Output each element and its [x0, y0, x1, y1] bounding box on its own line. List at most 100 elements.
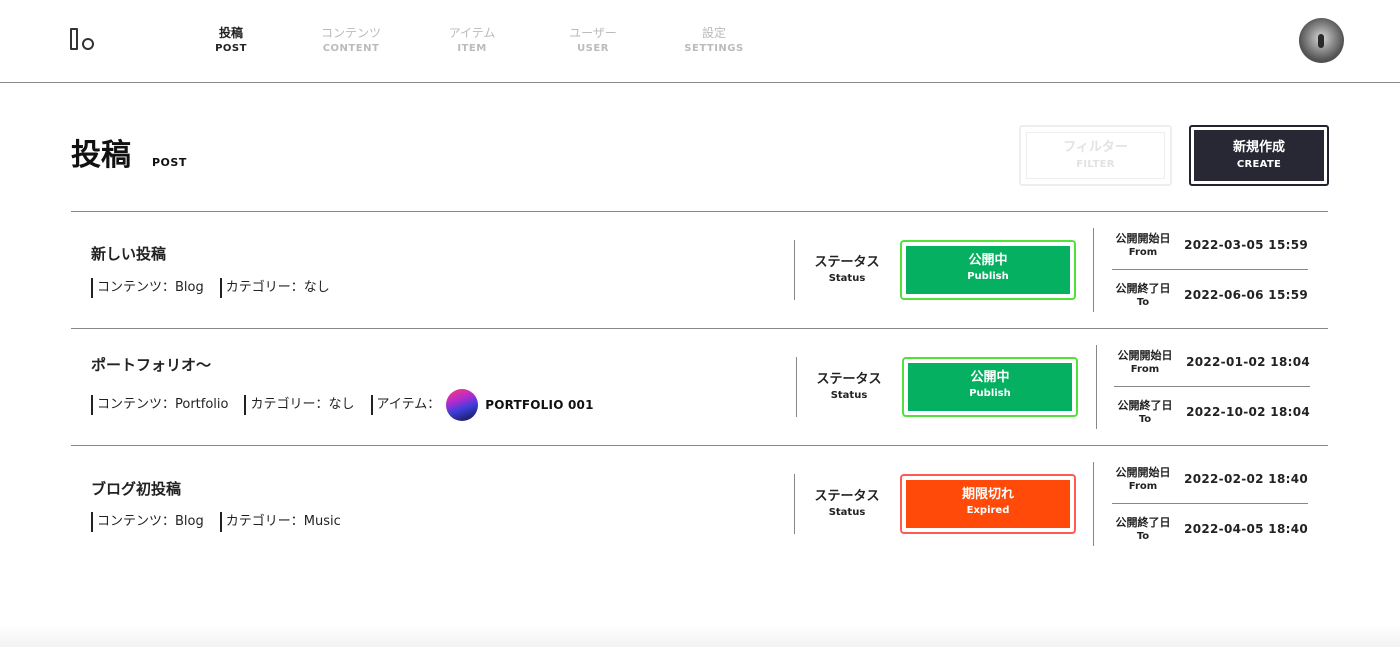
filter-button[interactable]: フィルター FILTER	[1019, 125, 1172, 186]
nav-item-user-en: USER	[577, 43, 609, 54]
nav-item-settings-jp: 設定	[701, 26, 726, 40]
status-label-en: Status	[828, 507, 866, 518]
user-avatar[interactable]	[1299, 18, 1344, 63]
post-meta: コンテンツ：Portfolio カテゴリー：なし アイテム： PORTFOLIO…	[91, 389, 594, 421]
status-badge[interactable]: 公開中 Publish	[902, 357, 1078, 417]
date-from-label: 公開開始日 From	[1113, 348, 1177, 376]
post-meta: コンテンツ：Blog カテゴリー：なし	[91, 278, 346, 298]
status-label-en: Status	[828, 273, 866, 284]
date-to-label: 公開終了日 To	[1111, 281, 1175, 309]
post-row[interactable]: 新しい投稿 コンテンツ：Blog カテゴリー：なし ステータス Status 公…	[71, 212, 1328, 329]
date-row-divider	[1112, 503, 1308, 504]
date-divider	[1093, 228, 1094, 312]
nav-item-content-en: CONTENT	[322, 43, 380, 54]
date-from-label: 公開開始日 From	[1111, 231, 1175, 259]
nav-item-content[interactable]: コンテンツ CONTENT	[296, 26, 406, 57]
date-to-label-jp: 公開終了日	[1115, 282, 1171, 295]
create-button-label-jp: 新規作成	[1232, 140, 1285, 155]
status-label: ステータス Status	[807, 488, 887, 520]
date-to-label-en: To	[1138, 414, 1152, 425]
status-badge-jp: 期限切れ	[961, 487, 1014, 502]
item-name: PORTFOLIO 001	[485, 398, 594, 412]
bottom-shadow	[0, 625, 1400, 647]
date-from-label-jp: 公開開始日	[1115, 232, 1171, 245]
status-badge-jp: 公開中	[968, 253, 1008, 268]
date-to-label-jp: 公開終了日	[1117, 399, 1173, 412]
top-header: 投稿 POST コンテンツ CONTENT アイテム ITEM ユーザー USE…	[0, 0, 1400, 83]
date-from-label-jp: 公開開始日	[1115, 466, 1171, 479]
nav-item-user-jp: ユーザー	[569, 26, 617, 40]
nav-item-settings[interactable]: 設定 SETTINGS	[659, 26, 769, 57]
date-from-label: 公開開始日 From	[1111, 465, 1175, 493]
status-badge-en: Expired	[966, 505, 1010, 516]
nav-item-item[interactable]: アイテム ITEM	[417, 26, 527, 57]
status-divider	[794, 240, 795, 300]
nav-item-post-jp: 投稿	[218, 26, 243, 40]
page-subtitle: POST	[152, 156, 187, 169]
status-badge[interactable]: 公開中 Publish	[900, 240, 1076, 300]
post-category: カテゴリー：Music	[219, 512, 341, 532]
filter-button-label-en: FILTER	[1076, 159, 1115, 170]
date-divider	[1093, 462, 1094, 546]
status-divider	[794, 474, 795, 534]
date-to-value: 2022-06-06 15:59	[1184, 288, 1308, 302]
nav-item-settings-en: SETTINGS	[684, 43, 744, 54]
status-label-en: Status	[830, 390, 868, 401]
post-item-link[interactable]: PORTFOLIO 001	[440, 389, 593, 421]
page-title: 投稿	[71, 138, 131, 173]
post-meta: コンテンツ：Blog カテゴリー：Music	[91, 512, 357, 532]
status-badge-en: Publish	[969, 388, 1011, 399]
status-badge[interactable]: 期限切れ Expired	[900, 474, 1076, 534]
date-row-divider	[1114, 386, 1310, 387]
nav-item-item-en: ITEM	[457, 43, 487, 54]
filter-button-label-jp: フィルター	[1063, 140, 1128, 155]
post-item: アイテム：	[370, 395, 441, 415]
nav-item-user[interactable]: ユーザー USER	[538, 26, 648, 57]
date-divider	[1096, 345, 1097, 429]
date-from-label-en: From	[1128, 247, 1158, 258]
status-badge-en: Publish	[967, 271, 1009, 282]
date-from-label-en: From	[1130, 364, 1160, 375]
post-title[interactable]: 新しい投稿	[91, 244, 166, 264]
date-to-label-jp: 公開終了日	[1115, 516, 1171, 529]
create-button[interactable]: 新規作成 CREATE	[1189, 125, 1329, 186]
post-category: カテゴリー：なし	[219, 278, 330, 298]
date-to-label: 公開終了日 To	[1113, 398, 1177, 426]
date-from-label-jp: 公開開始日	[1117, 349, 1173, 362]
nav-item-post-en: POST	[215, 43, 247, 54]
date-from-value: 2022-01-02 18:04	[1186, 355, 1310, 369]
post-row[interactable]: ブログ初投稿 コンテンツ：Blog カテゴリー：Music ステータス Stat…	[71, 446, 1328, 563]
date-from-value: 2022-03-05 15:59	[1184, 238, 1308, 252]
post-content-type: コンテンツ：Blog	[91, 512, 204, 532]
post-content-type: コンテンツ：Blog	[91, 278, 204, 298]
date-row-divider	[1112, 269, 1308, 270]
status-label-jp: ステータス	[814, 489, 880, 504]
create-button-label-en: CREATE	[1236, 159, 1282, 170]
post-category: カテゴリー：なし	[244, 395, 355, 415]
item-thumbnail	[446, 389, 479, 421]
date-from-label-en: From	[1128, 481, 1158, 492]
post-item-label: アイテム：	[376, 397, 441, 412]
date-from-value: 2022-02-02 18:40	[1184, 472, 1308, 486]
post-list: 新しい投稿 コンテンツ：Blog カテゴリー：なし ステータス Status 公…	[71, 211, 1328, 563]
app-logo[interactable]	[70, 28, 96, 52]
post-title[interactable]: ポートフォリオ〜	[91, 355, 211, 375]
status-label: ステータス Status	[809, 371, 889, 403]
status-label-jp: ステータス	[814, 255, 880, 270]
date-to-value: 2022-04-05 18:40	[1184, 522, 1308, 536]
nav-item-item-jp: アイテム	[448, 26, 496, 40]
post-title[interactable]: ブログ初投稿	[91, 479, 181, 499]
nav-item-content-jp: コンテンツ	[320, 26, 381, 40]
logo-circle-shape	[82, 38, 94, 50]
post-content-type: コンテンツ：Portfolio	[91, 395, 228, 415]
nav-item-post[interactable]: 投稿 POST	[176, 26, 286, 57]
post-row[interactable]: ポートフォリオ〜 コンテンツ：Portfolio カテゴリー：なし アイテム： …	[71, 329, 1328, 446]
date-to-label-en: To	[1136, 297, 1150, 308]
status-badge-jp: 公開中	[970, 370, 1010, 385]
status-divider	[796, 357, 797, 417]
status-label-jp: ステータス	[816, 372, 882, 387]
date-to-value: 2022-10-02 18:04	[1186, 405, 1310, 419]
logo-bar-shape	[70, 28, 78, 50]
status-label: ステータス Status	[807, 254, 887, 286]
date-to-label: 公開終了日 To	[1111, 515, 1175, 543]
